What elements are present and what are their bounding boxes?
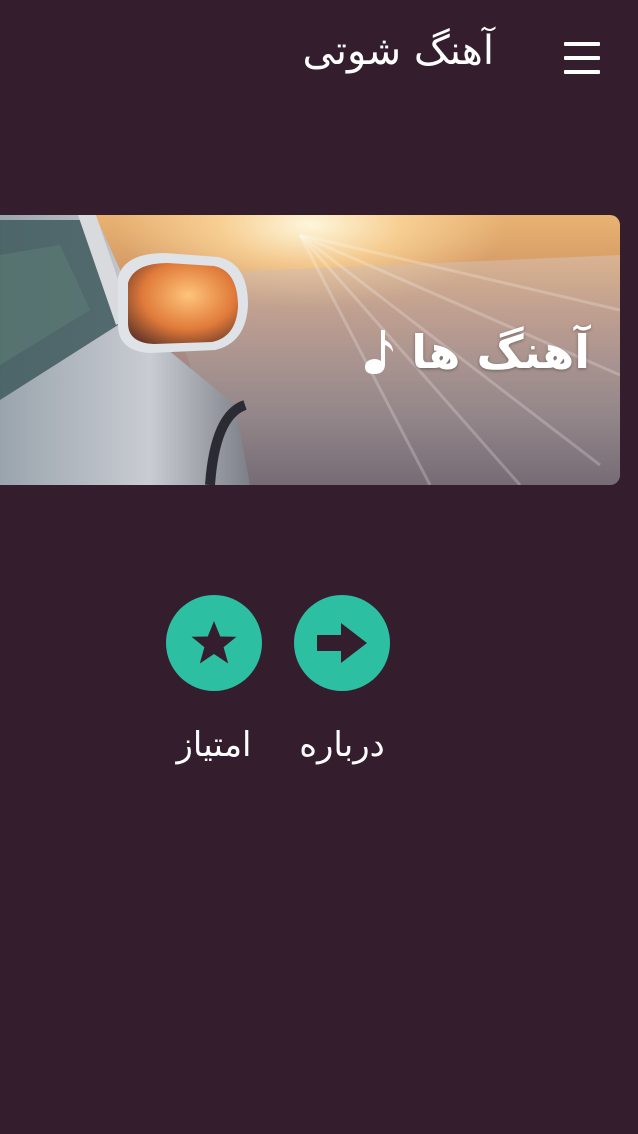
banner-label: آهنگ ها: [359, 325, 590, 379]
banner-title: آهنگ ها: [411, 325, 590, 379]
menu-bar: [564, 70, 600, 74]
page-title: آهنگ شوتی: [302, 28, 494, 74]
arrow-right-icon: [317, 623, 367, 663]
app-header: آهنگ شوتی: [0, 0, 638, 112]
menu-bar: [564, 42, 600, 46]
music-note-icon: [365, 330, 394, 374]
songs-banner[interactable]: آهنگ ها: [0, 215, 620, 485]
hamburger-menu-icon[interactable]: [560, 42, 604, 74]
star-icon: [191, 621, 237, 664]
about-circle[interactable]: [294, 595, 390, 691]
rate-button[interactable]: امتیاز: [164, 595, 264, 765]
app-screen: آهنگ شوتی آهنگ ها امتیاز درباره: [0, 0, 638, 1134]
rate-circle[interactable]: [166, 595, 262, 691]
rate-label: امتیاز: [176, 725, 252, 765]
about-label: درباره: [299, 725, 385, 765]
menu-bar: [564, 56, 600, 60]
about-button[interactable]: درباره: [292, 595, 392, 765]
